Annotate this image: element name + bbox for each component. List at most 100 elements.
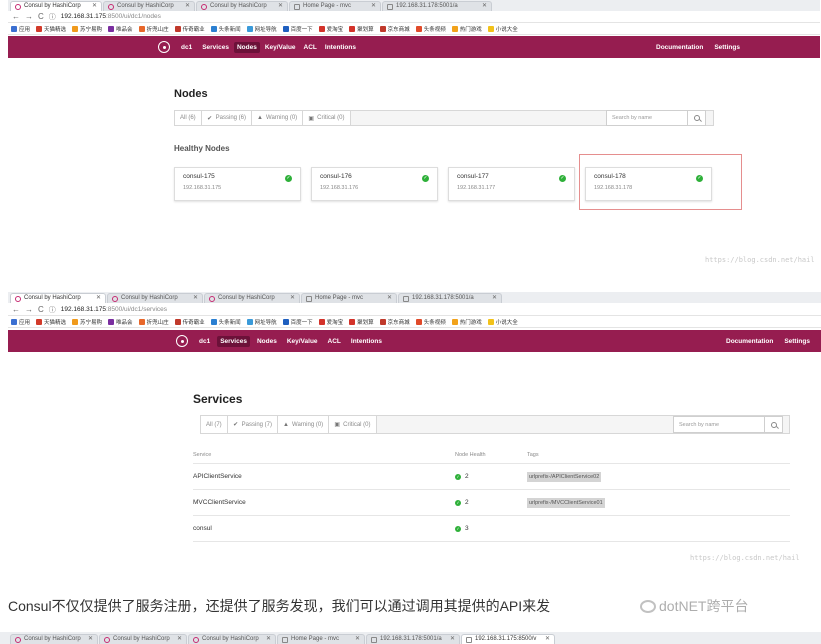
bookmark-item[interactable]: 小说大全 xyxy=(487,318,518,326)
nav-documentation[interactable]: Documentation xyxy=(656,44,703,51)
bookmark-item[interactable]: 爱淘宝 xyxy=(318,25,343,33)
nav-intentions[interactable]: Intentions xyxy=(322,42,359,53)
nav-acl[interactable]: ACL xyxy=(325,336,344,347)
bookmark-item[interactable]: 小说大全 xyxy=(487,25,518,33)
browser-tab[interactable]: Consul by HashiCorp ✕ xyxy=(188,634,276,644)
close-icon[interactable]: ✕ xyxy=(266,635,271,644)
bookmark-item[interactable]: 应用 xyxy=(11,25,30,33)
close-icon[interactable]: ✕ xyxy=(545,635,550,644)
nav-datacenter[interactable]: dc1 xyxy=(196,336,213,347)
forward-arrow-icon[interactable]: → xyxy=(25,305,33,314)
bookmark-item[interactable]: 网址导航 xyxy=(246,25,277,33)
forward-arrow-icon[interactable]: → xyxy=(25,12,33,21)
close-icon[interactable]: ✕ xyxy=(278,2,283,11)
close-icon[interactable]: ✕ xyxy=(371,2,376,11)
close-icon[interactable]: ✕ xyxy=(482,2,487,11)
close-icon[interactable]: ✕ xyxy=(450,635,455,644)
browser-tab[interactable]: Home Page - mvc ✕ xyxy=(301,293,397,303)
search-input[interactable]: Search by name xyxy=(606,110,706,126)
nav-key-value[interactable]: Key/Value xyxy=(262,42,299,53)
filter-passing[interactable]: ✔ Passing (7) xyxy=(227,416,279,433)
nav-nodes[interactable]: Nodes xyxy=(254,336,280,347)
nav-datacenter[interactable]: dc1 xyxy=(178,42,195,53)
node-card[interactable]: consul-177 192.168.31.177 ✓ xyxy=(448,167,575,201)
service-name[interactable]: MVCClientService xyxy=(193,499,455,506)
bookmark-item[interactable]: 京东商城 xyxy=(379,25,410,33)
nav-settings[interactable]: Settings xyxy=(714,44,740,51)
browser-tab[interactable]: Consul by HashiCorp ✕ xyxy=(10,293,106,303)
bookmark-item[interactable]: 头条视频 xyxy=(415,25,446,33)
nav-nodes[interactable]: Nodes xyxy=(233,41,260,53)
bookmark-item[interactable]: 天猫精选 xyxy=(36,25,66,33)
filter-all[interactable]: All (6) xyxy=(175,111,202,125)
service-name[interactable]: consul xyxy=(193,525,455,532)
browser-tab[interactable]: Consul by HashiCorp ✕ xyxy=(99,634,187,644)
bookmark-item[interactable]: 头条新闻 xyxy=(210,25,241,33)
nav-services[interactable]: Services xyxy=(217,335,250,347)
close-icon[interactable]: ✕ xyxy=(88,635,93,644)
bookmark-item[interactable]: 京东商城 xyxy=(379,318,410,326)
close-icon[interactable]: ✕ xyxy=(193,294,198,303)
close-icon[interactable]: ✕ xyxy=(290,294,295,303)
browser-tab[interactable]: Consul by HashiCorp ✕ xyxy=(103,1,195,11)
browser-tab[interactable]: 192.168.31.178:5001/a ✕ xyxy=(382,1,492,11)
service-name[interactable]: APIClientService xyxy=(193,473,455,480)
url-text[interactable]: 192.168.31.175:8500/ui/dc1/nodes xyxy=(61,13,161,20)
nav-settings[interactable]: Settings xyxy=(784,338,810,345)
url-text[interactable]: 192.168.31.175:8500/ui/dc1/services xyxy=(61,306,167,313)
bookmark-item[interactable]: 唯品会 xyxy=(108,25,133,33)
bookmark-item[interactable]: 苏宁易购 xyxy=(72,25,102,33)
bookmark-item[interactable]: 聚划算 xyxy=(349,25,374,33)
bookmark-item[interactable]: 苏宁易购 xyxy=(72,318,102,326)
filter-critical[interactable]: ▣ Critical (0) xyxy=(329,416,377,433)
close-icon[interactable]: ✕ xyxy=(92,2,97,11)
browser-tab[interactable]: 192.168.31.178:5001/a ✕ xyxy=(366,634,460,644)
close-icon[interactable]: ✕ xyxy=(355,635,360,644)
close-icon[interactable]: ✕ xyxy=(177,635,182,644)
nav-intentions[interactable]: Intentions xyxy=(348,336,385,347)
table-row[interactable]: consul ✓ 3 xyxy=(193,516,790,542)
nav-services[interactable]: Services xyxy=(199,42,232,53)
browser-tab[interactable]: Home Page - mvc ✕ xyxy=(289,1,381,11)
consul-logo-icon[interactable] xyxy=(158,41,170,53)
close-icon[interactable]: ✕ xyxy=(96,294,101,303)
nav-documentation[interactable]: Documentation xyxy=(726,338,773,345)
browser-tab[interactable]: Home Page - mvc ✕ xyxy=(277,634,365,644)
reload-icon[interactable]: C xyxy=(38,12,44,21)
info-icon[interactable]: ⓘ xyxy=(49,305,56,315)
bookmark-item[interactable]: 爱淘宝 xyxy=(318,318,343,326)
reload-icon[interactable]: C xyxy=(38,305,44,314)
bookmark-item[interactable]: 头条新闻 xyxy=(210,318,241,326)
bookmark-item[interactable]: 天猫精选 xyxy=(36,318,66,326)
bookmark-item[interactable]: 唯品会 xyxy=(108,318,133,326)
bookmark-item[interactable]: 热门游戏 xyxy=(451,25,482,33)
table-row[interactable]: MVCClientService ✓ 2 urlprefix-/MVCClient… xyxy=(193,490,790,516)
bookmark-item[interactable]: 头条视频 xyxy=(415,318,446,326)
bookmark-item[interactable]: 传奇霸业 xyxy=(174,25,205,33)
close-icon[interactable]: ✕ xyxy=(492,294,497,303)
bookmark-item[interactable]: 聚划算 xyxy=(349,318,374,326)
search-button[interactable] xyxy=(764,417,782,432)
nav-key-value[interactable]: Key/Value xyxy=(284,336,321,347)
bookmark-item[interactable]: 百度一下 xyxy=(282,318,313,326)
info-icon[interactable]: ⓘ xyxy=(49,12,56,22)
address-bar[interactable]: ← → C ⓘ 192.168.31.175:8500/ui/dc1/nodes xyxy=(8,11,820,23)
filter-all[interactable]: All (7) xyxy=(201,416,228,433)
browser-tab[interactable]: Consul by HashiCorp ✕ xyxy=(196,1,288,11)
browser-tab[interactable]: Consul by HashiCorp ✕ xyxy=(10,634,98,644)
filter-passing[interactable]: ✔ Passing (6) xyxy=(201,111,253,125)
browser-tab[interactable]: Consul by HashiCorp ✕ xyxy=(107,293,203,303)
close-icon[interactable]: ✕ xyxy=(185,2,190,11)
back-arrow-icon[interactable]: ← xyxy=(12,305,20,314)
browser-tab[interactable]: Consul by HashiCorp ✕ xyxy=(10,1,102,11)
back-arrow-icon[interactable]: ← xyxy=(12,12,20,21)
browser-tab[interactable]: Consul by HashiCorp ✕ xyxy=(204,293,300,303)
bookmark-item[interactable]: 传奇霸业 xyxy=(174,318,205,326)
table-row[interactable]: APIClientService ✓ 2 urlprefix-/APIClient… xyxy=(193,464,790,490)
filter-warning[interactable]: ▲ Warning (0) xyxy=(278,416,330,433)
search-button[interactable] xyxy=(687,111,705,125)
close-icon[interactable]: ✕ xyxy=(387,294,392,303)
nav-acl[interactable]: ACL xyxy=(301,42,320,53)
node-card[interactable]: consul-176 192.168.31.176 ✓ xyxy=(311,167,438,201)
bookmark-item[interactable]: 折兜山庄 xyxy=(138,25,169,33)
